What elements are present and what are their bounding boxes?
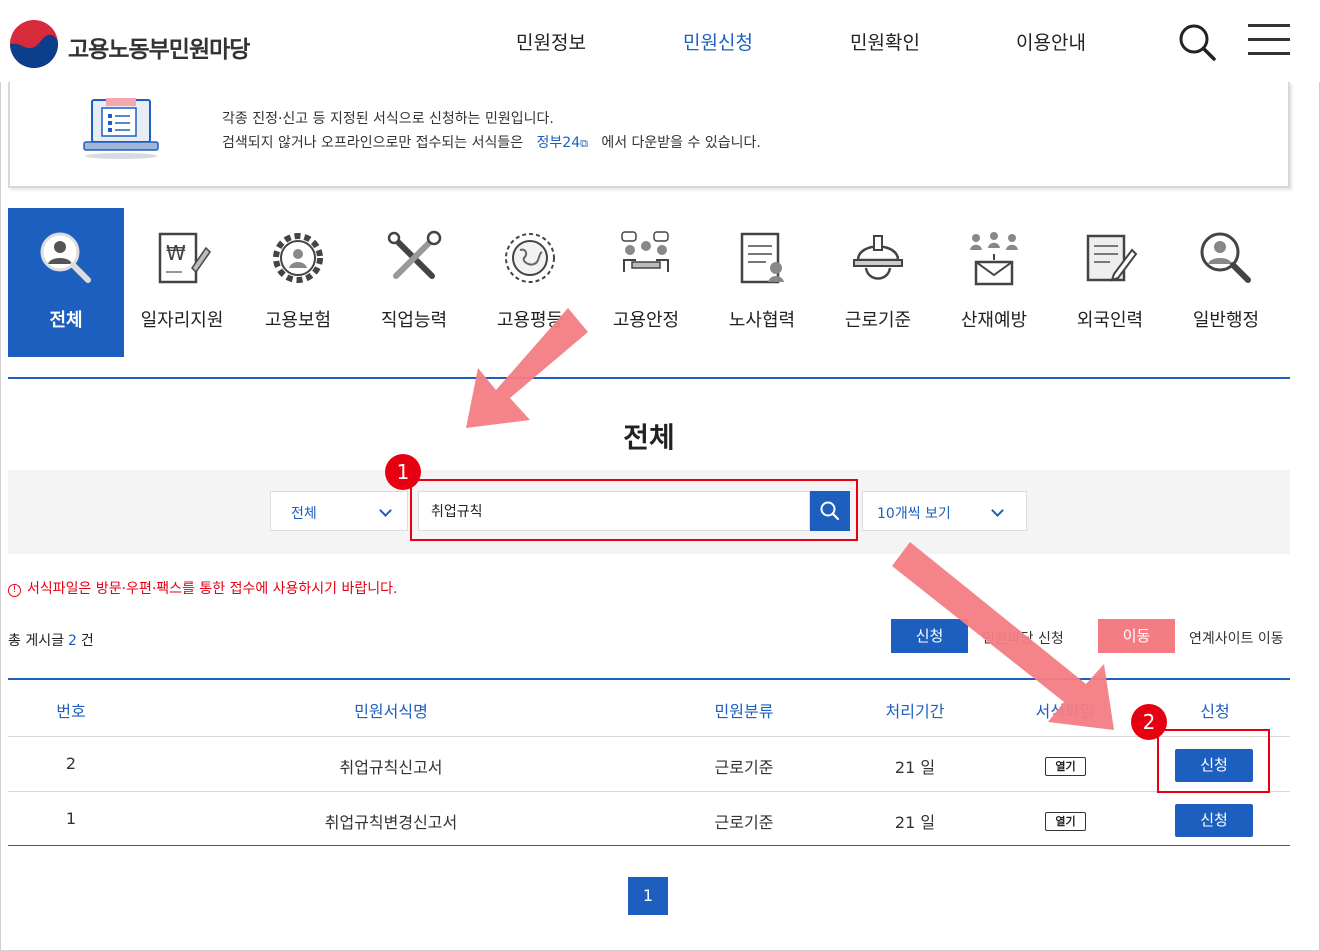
col-header-file: 서식파일 [1035,702,1095,721]
col-header-category: 민원분류 [714,702,774,721]
per-page-select[interactable]: 10개씩 보기 [862,491,1027,531]
table-row: 2 취업규칙신고서 근로기준 21 일 열기 신청 [8,736,1290,791]
notice-line-2: 검색되지 않거나 오프라인으로만 접수되는 서식들은 정부24⧉ 에서 다운받을… [222,132,761,152]
total-posts: 총 게시글 2 건 [8,630,94,650]
external-link-icon: ⧉ [580,137,588,150]
table-bottom-border [8,845,1290,846]
row-period: 21 일 [894,813,936,832]
tab-label: 노사협력 [728,310,796,331]
col-header-form-name: 민원서식명 [354,702,428,721]
form-pen-icon [1086,234,1138,282]
tab-labor-cooperation[interactable]: 노사협력 [704,208,820,357]
per-page-select-value: 10개씩 보기 [877,506,951,522]
row-category: 근로기준 [714,758,774,777]
row-period: 21 일 [894,758,936,777]
tab-all[interactable]: 전체 [8,208,124,357]
person-search-icon [40,232,91,283]
search-icon [820,501,840,521]
tools-icon [387,230,442,279]
col-header-period: 처리기간 [885,702,945,721]
tab-labor-standards[interactable]: 근로기준 [820,208,936,357]
tab-general-administration[interactable]: 일반행정 [1168,208,1284,357]
section-title: 전체 [623,421,675,454]
complaint-forms-table: 번호 민원서식명 민원분류 처리기간 서식파일 신청 2 취업규칙신고서 근로기… [8,678,1290,837]
tab-employment-insurance[interactable]: 고용보험 [240,208,356,357]
tab-label: 일자리지원 [140,310,224,331]
row-number: 1 [65,809,77,828]
tab-label: 전체 [49,310,83,331]
nav-complaint-apply[interactable]: 민원신청 [683,28,753,55]
svg-text:₩: ₩ [166,241,186,265]
col-header-number: 번호 [56,702,86,721]
tab-label: 일반행정 [1192,310,1260,331]
helmet-icon [853,235,903,280]
total-suffix: 건 [80,633,94,649]
apply-button[interactable]: 신청 [1175,749,1253,782]
globe-icon [505,233,555,283]
search-input[interactable] [418,491,810,531]
meeting-icon [621,231,669,272]
row-category: 근로기준 [714,813,774,832]
category-select[interactable]: 전체 [270,491,408,531]
tab-label: 외국인력 [1076,310,1144,331]
warning-text: 서식파일은 방문·우편·팩스를 통한 접수에 사용하시기 바랍니다. [27,581,398,597]
chevron-down-icon [991,504,1004,517]
legend-apply-badge: 신청 [891,619,968,653]
hamburger-menu-icon[interactable] [1248,22,1290,56]
mail-people-icon [970,232,1018,286]
tab-disaster-prevention[interactable]: 산재예방 [936,208,1052,357]
file-usage-warning: ! 서식파일은 방문·우편·팩스를 통한 접수에 사용하시기 바랍니다. [8,578,397,598]
gov24-link-label[interactable]: 정부24 [537,135,581,151]
tab-employment-stability[interactable]: 고용안정 [588,208,704,357]
total-count: 2 [67,633,77,649]
total-prefix: 총 게시글 [8,633,64,649]
tab-label: 고용평등 [496,310,564,331]
row-number: 2 [65,754,77,773]
category-divider [8,377,1290,379]
laptop-form-icon [83,98,159,159]
notice-box: 각종 진정·신고 등 지정된 서식으로 신청하는 민원입니다. 검색되지 않거나… [8,82,1290,188]
row-form-name[interactable]: 취업규칙신고서 [134,754,648,778]
notice-line-2-text: 검색되지 않거나 오프라인으로만 접수되는 서식들은 [222,135,524,151]
site-title[interactable]: 고용노동부민원마당 [68,30,250,64]
nav-complaint-info[interactable]: 민원정보 [516,28,586,55]
pagination-page-1[interactable]: 1 [628,877,668,915]
nav-complaint-check[interactable]: 민원확인 [850,28,920,55]
document-won-icon: ₩ [158,232,211,284]
site-header: 고용노동부민원마당 민원정보 민원신청 민원확인 이용안내 [0,0,1320,82]
legend-move-badge: 이동 [1098,619,1175,653]
contract-icon [740,232,784,284]
tab-label: 근로기준 [844,310,912,331]
tab-foreign-workforce[interactable]: 외국인력 [1052,208,1168,357]
legend-apply-text: 민원마당 신청 [982,631,1064,647]
gov24-link[interactable]: 정부24⧉ [528,135,597,151]
gear-person-icon [273,233,323,283]
table-row: 1 취업규칙변경신고서 근로기준 21 일 열기 신청 [8,791,1290,846]
tab-job-support[interactable]: ₩ 일자리지원 [124,208,240,357]
legend-move-text: 연계사이트 이동 [1189,631,1284,647]
tab-label: 고용안정 [612,310,680,331]
annotation-badge-2: 2 [1131,704,1167,740]
nav-usage-guide[interactable]: 이용안내 [1016,28,1086,55]
tab-label: 직업능력 [380,310,448,331]
person-search-icon [1200,232,1251,283]
category-select-value: 전체 [291,506,317,522]
tab-vocational-ability[interactable]: 직업능력 [356,208,472,357]
tab-label: 고용보험 [264,310,332,331]
annotation-badge-1: 1 [385,454,421,490]
open-file-button[interactable]: 열기 [1045,757,1086,776]
tab-label: 산재예방 [960,310,1028,331]
tab-employment-equality[interactable]: 고용평등 [472,208,588,357]
apply-button[interactable]: 신청 [1175,804,1253,837]
notice-line-1: 각종 진정·신고 등 지정된 서식으로 신청하는 민원입니다. [222,111,554,127]
open-file-button[interactable]: 열기 [1045,812,1086,831]
logo-icon[interactable] [8,18,60,70]
notice-line-2-suffix: 에서 다운받을 수 있습니다. [601,135,761,151]
search-icon[interactable] [1177,22,1217,62]
search-submit-button[interactable] [810,491,850,531]
chevron-down-icon [379,504,392,517]
row-form-name[interactable]: 취업규칙변경신고서 [134,809,648,833]
info-icon: ! [8,584,21,597]
